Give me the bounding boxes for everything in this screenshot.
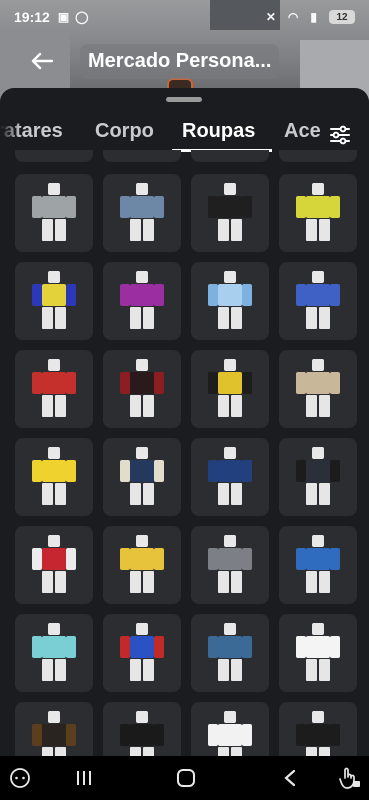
home-button[interactable] — [172, 764, 200, 792]
sliders-icon — [330, 125, 350, 145]
shirt-thumbnail — [30, 271, 78, 331]
shirt-thumbnail — [30, 447, 78, 507]
hand-lock-icon — [339, 767, 360, 789]
system-nav-bar — [0, 756, 369, 800]
shirt-thumbnail — [294, 183, 342, 243]
list-item[interactable] — [103, 150, 181, 162]
shirt-thumbnail — [30, 535, 78, 595]
shirt-thumbnail — [294, 271, 342, 331]
clothing-item-tile[interactable] — [103, 702, 181, 756]
shirt-thumbnail — [294, 447, 342, 507]
clothing-item-tile[interactable] — [15, 614, 93, 692]
clothing-item-tile[interactable] — [15, 350, 93, 428]
clothing-item-tile[interactable] — [103, 262, 181, 340]
shirt-thumbnail — [118, 623, 166, 683]
shirt-thumbnail — [118, 359, 166, 419]
clothing-item-tile[interactable] — [279, 438, 357, 516]
shirt-thumbnail — [206, 183, 254, 243]
clothing-item-tile[interactable] — [103, 614, 181, 692]
category-tabs: ratares Corpo Roupas Ace — [0, 114, 369, 154]
tab-roupas[interactable]: Roupas — [182, 120, 255, 143]
battery-indicator: 12 — [329, 10, 355, 24]
shirt-thumbnail — [30, 359, 78, 419]
gamepad-icon — [10, 768, 30, 788]
list-item[interactable] — [279, 150, 357, 162]
chevron-left-icon — [284, 769, 296, 787]
item-grid-scroll[interactable] — [0, 150, 369, 756]
signal-icon: ▮ — [310, 10, 317, 24]
arrow-left-icon — [31, 52, 53, 70]
shirt-thumbnail — [294, 623, 342, 683]
clothing-item-tile[interactable] — [279, 262, 357, 340]
shirt-thumbnail — [118, 271, 166, 331]
clothing-item-tile[interactable] — [191, 350, 269, 428]
clothing-item-tile[interactable] — [103, 350, 181, 428]
recent-apps-button[interactable] — [70, 764, 98, 792]
clothing-item-tile[interactable] — [279, 350, 357, 428]
tab-corpo[interactable]: Corpo — [95, 120, 154, 143]
page-title: Mercado Persona... — [80, 43, 280, 79]
shirt-thumbnail — [118, 447, 166, 507]
clothing-item-tile[interactable] — [279, 526, 357, 604]
clothing-item-tile[interactable] — [15, 438, 93, 516]
shirt-thumbnail — [206, 711, 254, 756]
wifi-icon: ◠ — [287, 10, 299, 24]
clothing-item-tile[interactable] — [15, 262, 93, 340]
shirt-thumbnail — [30, 183, 78, 243]
clothing-item-tile[interactable] — [279, 614, 357, 692]
clothing-item-tile[interactable] — [191, 438, 269, 516]
clothing-item-tile[interactable] — [191, 526, 269, 604]
clothing-item-tile[interactable] — [103, 174, 181, 252]
clothing-item-tile[interactable] — [191, 174, 269, 252]
clothing-item-tile[interactable] — [279, 174, 357, 252]
home-icon — [177, 769, 195, 787]
shirt-thumbnail — [294, 535, 342, 595]
shirt-thumbnail — [294, 711, 342, 756]
clothing-item-tile[interactable] — [15, 526, 93, 604]
shirt-thumbnail — [206, 623, 254, 683]
shirt-thumbnail — [118, 535, 166, 595]
clothing-item-tile[interactable] — [103, 526, 181, 604]
clothing-item-tile[interactable] — [103, 438, 181, 516]
shirt-thumbnail — [206, 271, 254, 331]
sheet-grabber[interactable] — [166, 97, 202, 102]
screenshot-icon: ▣ — [57, 10, 70, 24]
clothing-item-tile[interactable] — [279, 702, 357, 756]
shirt-thumbnail — [30, 711, 78, 756]
clothing-item-tile[interactable] — [15, 702, 93, 756]
status-bar: 19:12 ▣ ◯ ✕ ◠ ▮ 12 — [0, 0, 369, 34]
clothing-item-tile[interactable] — [15, 174, 93, 252]
clothing-item-tile[interactable] — [191, 702, 269, 756]
item-grid — [15, 174, 357, 756]
clothing-item-tile[interactable] — [191, 262, 269, 340]
list-item[interactable] — [191, 150, 269, 162]
whatsapp-icon: ◯ — [75, 10, 89, 24]
shirt-thumbnail — [206, 359, 254, 419]
header: Mercado Persona... — [0, 40, 369, 82]
accessibility-lock-button[interactable] — [336, 764, 364, 792]
back-nav-button[interactable] — [276, 764, 304, 792]
shirt-thumbnail — [294, 359, 342, 419]
shirt-thumbnail — [30, 623, 78, 683]
recents-icon — [77, 771, 91, 785]
shirt-thumbnail — [118, 711, 166, 756]
shirt-thumbnail — [206, 535, 254, 595]
list-item[interactable] — [15, 150, 93, 162]
clothing-item-tile[interactable] — [191, 614, 269, 692]
tab-acessorios[interactable]: Ace — [284, 120, 321, 143]
catalog-sheet: ratares Corpo Roupas Ace — [0, 88, 369, 756]
shirt-thumbnail — [118, 183, 166, 243]
mute-icon: ✕ — [265, 10, 276, 24]
status-time: 19:12 — [14, 9, 50, 25]
shirt-thumbnail — [206, 447, 254, 507]
back-button[interactable] — [22, 41, 62, 81]
filter-button[interactable] — [323, 118, 357, 152]
game-controller-button[interactable] — [6, 764, 34, 792]
